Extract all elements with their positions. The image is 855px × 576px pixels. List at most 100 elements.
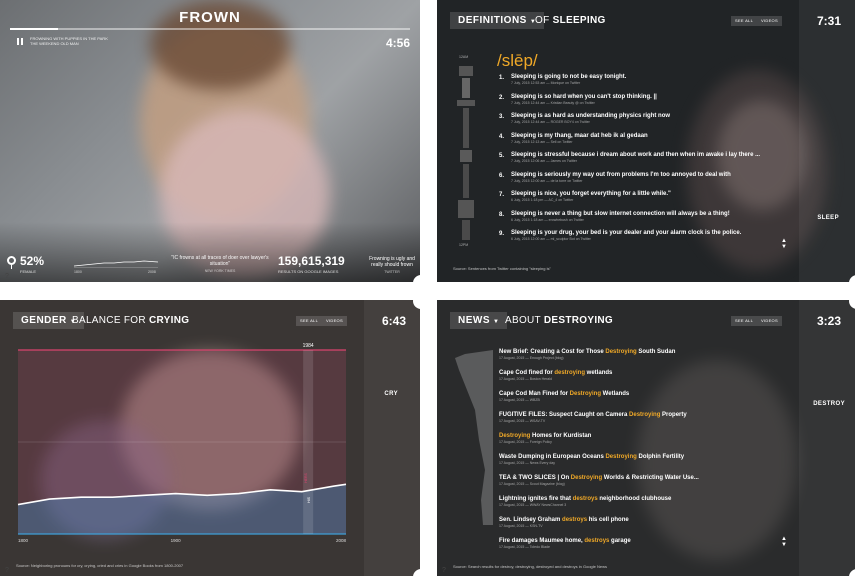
news-item[interactable]: TEA & TWO SLICES | On Destroying Worlds … bbox=[499, 474, 789, 495]
definition-item[interactable]: 5. Sleeping is stressful because i dream … bbox=[499, 151, 789, 171]
definition-number: 3. bbox=[499, 114, 505, 120]
news-item[interactable]: Lightning ignites fire that destroys nei… bbox=[499, 495, 789, 516]
scroll-arrows-icon[interactable]: ▲ ▼ bbox=[781, 238, 787, 250]
definition-item[interactable]: 9. Sleeping is your drug, your bed is you… bbox=[499, 229, 789, 249]
news-item[interactable]: Waste Dumping in European Oceans Destroy… bbox=[499, 453, 789, 474]
marker-hers-label: HERS bbox=[304, 472, 308, 482]
category-dropdown[interactable]: NEWS ▼ bbox=[450, 312, 508, 329]
videos-button[interactable]: VIDEOS bbox=[322, 316, 347, 326]
news-headline[interactable]: Lightning ignites fire that destroys nei… bbox=[499, 495, 789, 503]
keyword-highlight: Destroying bbox=[569, 391, 602, 397]
time-remaining: 3:23 bbox=[816, 314, 841, 328]
see-all-button[interactable]: SEE ALL bbox=[296, 316, 323, 326]
news-headline[interactable]: TEA & TWO SLICES | On Destroying Worlds … bbox=[499, 474, 789, 482]
keyword-highlight: destroys bbox=[584, 538, 610, 544]
spark-year-left: 1800 bbox=[74, 270, 82, 274]
definition-item[interactable]: 8. Sleeping is never a thing but slow int… bbox=[499, 210, 789, 230]
news-item[interactable]: New Brief: Creating a Cost for Those Des… bbox=[499, 348, 789, 369]
scroll-arrows-icon[interactable]: ▲ ▼ bbox=[781, 536, 787, 548]
videos-button[interactable]: VIDEOS bbox=[757, 16, 782, 26]
source-note: Source: Sentences from Twitter containin… bbox=[453, 266, 551, 271]
news-item[interactable]: Sen. Lindsey Graham destroys his cell ph… bbox=[499, 516, 789, 537]
corner-handle[interactable] bbox=[413, 293, 429, 309]
help-icon[interactable]: ? bbox=[2, 272, 12, 282]
news-meta: 17 August, 2015 — News Every day bbox=[499, 461, 556, 465]
definition-item[interactable]: 1. Sleeping is going to not be easy tonig… bbox=[499, 73, 789, 93]
definition-text: Sleeping is my thang, maar dat heb ik al… bbox=[511, 132, 648, 139]
help-icon[interactable]: ? bbox=[439, 566, 449, 576]
news-meta: 17 August, 2015 — Enough Project (blog) bbox=[499, 356, 564, 360]
corner-handle[interactable] bbox=[413, 569, 429, 576]
keyword-highlight: Destroying bbox=[629, 412, 661, 418]
definition-text: Sleeping is nice, you forget everything … bbox=[511, 191, 671, 197]
see-all-button[interactable]: SEE ALL bbox=[731, 16, 758, 26]
section-title: ABOUT DESTROYING bbox=[505, 315, 613, 326]
usage-sparkline bbox=[74, 260, 158, 268]
help-icon[interactable]: ? bbox=[2, 566, 12, 576]
keyword-highlight: destroys bbox=[572, 496, 598, 502]
next-word[interactable]: SLEEP bbox=[817, 215, 839, 221]
source-note: Source: Search results for destroy, dest… bbox=[453, 564, 608, 569]
keyword-highlight: Destroying bbox=[605, 349, 637, 355]
next-word[interactable]: CRY bbox=[384, 391, 398, 397]
news-item[interactable]: Fire damages Maumee home, destroys garag… bbox=[499, 537, 789, 558]
news-meta: 17 August, 2015 — WWAY NewsChannel 3 bbox=[499, 503, 567, 507]
news-meta: 17 August, 2015 — WSAV-TV bbox=[499, 419, 546, 423]
keyword-highlight: Destroying bbox=[605, 454, 637, 460]
time-remaining: 7:31 bbox=[816, 14, 841, 28]
next-word[interactable]: DESTROY bbox=[813, 401, 845, 407]
news-headline[interactable]: New Brief: Creating a Cost for Those Des… bbox=[499, 348, 789, 356]
phonetic: /slēp/ bbox=[497, 51, 538, 70]
definitions-panel: DEFINITIONS ▼ OF SLEEPING SEE ALL VIDEOS … bbox=[437, 0, 855, 282]
time-axis-bottom: 12PM bbox=[459, 243, 469, 247]
tweet-quote: Frowning is ugly and really should frown… bbox=[369, 256, 415, 274]
progress-bar[interactable] bbox=[10, 28, 410, 30]
corner-handle[interactable] bbox=[413, 275, 429, 291]
definition-meta: 7 July, 2015 12:00 am — de la torre on T… bbox=[511, 178, 583, 183]
news-item[interactable]: Cape Cod fined for destroying wetlands 17… bbox=[499, 369, 789, 390]
corner-handle[interactable] bbox=[849, 275, 855, 291]
section-title: BALANCE FOR CRYING bbox=[72, 315, 190, 326]
definition-number: 2. bbox=[499, 94, 505, 101]
marker-his-label: HIS bbox=[307, 496, 311, 503]
news-item[interactable]: FUGITIVE FILES: Suspect Caught on Camera… bbox=[499, 411, 789, 432]
gender-panel: GENDER ▼ BALANCE FOR CRYING SEE ALL VIDEO… bbox=[0, 300, 420, 576]
see-all-button[interactable]: SEE ALL bbox=[731, 316, 758, 326]
definition-number: 8. bbox=[499, 211, 505, 218]
news-headline[interactable]: Cape Cod fined for destroying wetlands bbox=[499, 369, 789, 377]
news-meta: 17 August, 2015 — Toledo Blade bbox=[499, 545, 550, 549]
news-headline[interactable]: Destroying Homes for Kurdistan bbox=[499, 432, 789, 440]
definition-number: 1. bbox=[499, 75, 505, 81]
definition-item[interactable]: 2. Sleeping is so hard when you can't sto… bbox=[499, 93, 789, 113]
news-item[interactable]: Cape Cod Man Fined for Destroying Wetlan… bbox=[499, 390, 789, 411]
news-headline[interactable]: Waste Dumping in European Oceans Destroy… bbox=[499, 453, 789, 461]
news-list: New Brief: Creating a Cost for Those Des… bbox=[499, 348, 789, 558]
song-info: FROWNING WITH PUPPIES IN THE PARK THE WE… bbox=[30, 36, 108, 46]
definition-item[interactable]: 7. Sleeping is nice, you forget everythin… bbox=[499, 190, 789, 210]
definition-item[interactable]: 3. Sleeping is as hard as understanding p… bbox=[499, 112, 789, 132]
results-count: 159,615,319 RESULTS ON GOOGLE IMAGES bbox=[278, 254, 345, 274]
videos-button[interactable]: VIDEOS bbox=[757, 316, 782, 326]
side-rail bbox=[799, 0, 855, 282]
news-meta: 17 August, 2015 — Foreign Policy bbox=[499, 440, 552, 444]
news-headline[interactable]: Fire damages Maumee home, destroys garag… bbox=[499, 537, 789, 545]
spark-year-right: 2008 bbox=[148, 270, 156, 274]
news-item[interactable]: Destroying Homes for Kurdistan 17 August,… bbox=[499, 432, 789, 453]
gender-balance-chart: 1984 HERS HIS 1800 1900 2008 bbox=[17, 343, 346, 543]
definition-item[interactable]: 4. Sleeping is my thang, maar dat heb ik … bbox=[499, 132, 789, 152]
definition-text: Sleeping is never a thing but slow inter… bbox=[511, 210, 730, 217]
news-headline[interactable]: FUGITIVE FILES: Suspect Caught on Camera… bbox=[499, 411, 789, 419]
definitions-list: 1. Sleeping is going to not be easy tonig… bbox=[499, 73, 789, 249]
definition-meta: 6 July, 2015 12:00 am — ml_sculptor Bot … bbox=[511, 237, 591, 241]
side-rail bbox=[364, 300, 420, 576]
definition-text: Sleeping is so hard when you can't stop … bbox=[511, 93, 657, 100]
keyword-highlight: destroying bbox=[554, 370, 586, 376]
news-panel: NEWS ▼ ABOUT DESTROYING SEE ALL VIDEOS 3:… bbox=[437, 300, 855, 576]
definition-text: Sleeping is stressful because i dream ab… bbox=[511, 152, 761, 158]
category-dropdown[interactable]: DEFINITIONS ▼ bbox=[450, 12, 545, 29]
definition-item[interactable]: 6. Sleeping is seriously my way out from … bbox=[499, 171, 789, 191]
pause-icon[interactable] bbox=[17, 38, 23, 45]
news-headline[interactable]: Sen. Lindsey Graham destroys his cell ph… bbox=[499, 516, 789, 524]
news-headline[interactable]: Cape Cod Man Fined for Destroying Wetlan… bbox=[499, 390, 789, 398]
year-marker bbox=[303, 350, 314, 534]
